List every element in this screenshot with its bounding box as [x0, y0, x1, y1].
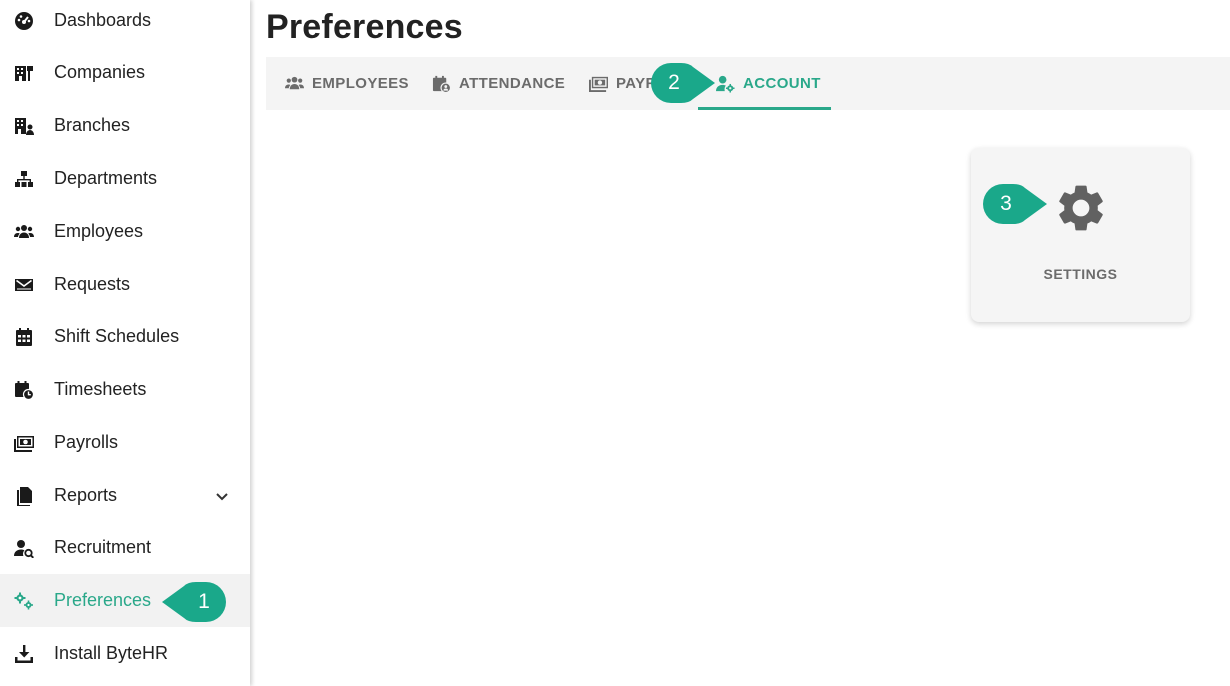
sidebar-item-label: Payrolls	[54, 432, 119, 452]
sidebar-item-payrolls[interactable]: Payrolls	[0, 416, 250, 469]
tab-label: EMPLOYEES	[312, 75, 409, 92]
sidebar-item-departments[interactable]: Departments	[0, 152, 250, 205]
settings-card[interactable]: SETTINGS	[971, 148, 1190, 322]
chevron-down-icon[interactable]	[215, 489, 229, 503]
sidebar-item-label: Departments	[54, 168, 158, 188]
page-title: Preferences	[266, 8, 463, 46]
sidebar-item-employees[interactable]: Employees	[0, 205, 250, 258]
document-icon	[13, 485, 35, 507]
sitemap-icon	[13, 168, 35, 190]
sidebar-item-install-bytehr[interactable]: Install ByteHR	[0, 627, 250, 680]
callout-marker-1: 1	[162, 582, 226, 622]
tab-attendance[interactable]: ATTENDANCE	[431, 57, 565, 110]
tab-label: ATTENDANCE	[459, 75, 566, 92]
sidebar-item-label: Dashboards	[54, 10, 152, 30]
users-icon	[284, 74, 304, 94]
sidebar-item-label: Timesheets	[54, 379, 147, 399]
calendar-user-icon	[431, 74, 451, 94]
tab-label: ACCOUNT	[743, 75, 821, 92]
tab-bar: EMPLOYEES ATTENDANCE PAYROLL ACCOUNT	[266, 57, 1230, 110]
sidebar-item-label: Employees	[54, 221, 144, 241]
user-gear-icon	[715, 74, 735, 94]
sidebar-item-timesheets[interactable]: Timesheets	[0, 363, 250, 416]
sidebar-item-label: Recruitment	[54, 537, 152, 557]
branch-icon	[13, 115, 35, 137]
sidebar-item-label: Branches	[54, 115, 131, 135]
sidebar-item-companies[interactable]: Companies	[0, 46, 250, 99]
active-tab-indicator	[698, 107, 831, 110]
sidebar-item-label: Requests	[54, 274, 131, 294]
sidebar-item-recruitment[interactable]: Recruitment	[0, 521, 250, 574]
dashboard-icon	[13, 10, 35, 32]
money-icon	[13, 432, 35, 454]
tab-employees[interactable]: EMPLOYEES	[284, 57, 409, 110]
users-icon	[13, 221, 35, 243]
gear-icon	[1053, 180, 1109, 236]
sidebar-item-label: Shift Schedules	[54, 326, 180, 346]
download-icon	[13, 643, 35, 665]
user-search-icon	[13, 537, 35, 559]
callout-marker-2: 2	[651, 63, 715, 103]
gears-icon	[13, 590, 35, 612]
settings-label: SETTINGS	[1043, 266, 1118, 282]
callout-marker-3: 3	[983, 184, 1047, 224]
envelope-icon	[13, 274, 35, 296]
sidebar-item-requests[interactable]: Requests	[0, 258, 250, 311]
sidebar-item-branches[interactable]: Branches	[0, 99, 250, 152]
building-icon	[13, 62, 35, 84]
sidebar-item-reports[interactable]: Reports	[0, 469, 250, 522]
calendar-icon	[13, 326, 35, 348]
sidebar-item-label: Install ByteHR	[54, 643, 169, 663]
sidebar-item-shift-schedules[interactable]: Shift Schedules	[0, 310, 250, 363]
tab-account[interactable]: ACCOUNT	[715, 57, 821, 110]
sidebar-item-label: Companies	[54, 62, 146, 82]
sidebar-item-label: Preferences	[54, 590, 152, 610]
sidebar-item-label: Reports	[54, 485, 118, 505]
sidebar-item-dashboards[interactable]: Dashboards	[0, 0, 250, 47]
money-icon	[589, 74, 608, 94]
calendar-clock-icon	[13, 379, 35, 401]
